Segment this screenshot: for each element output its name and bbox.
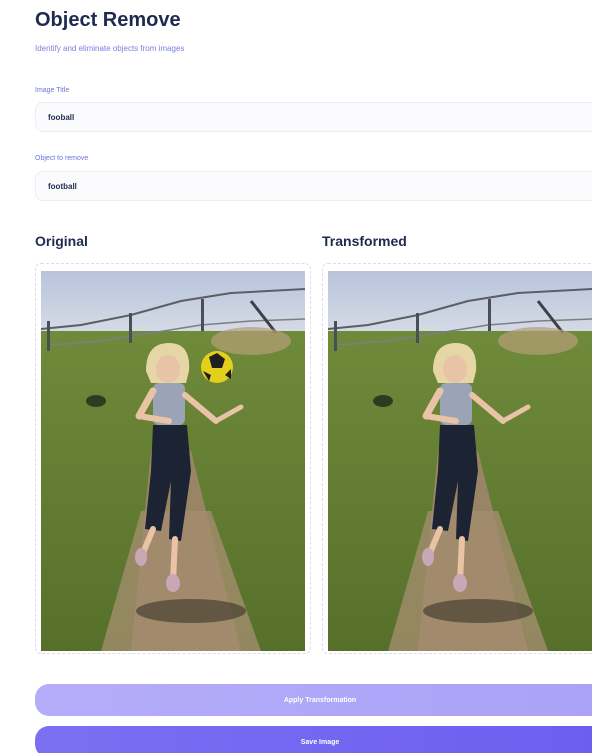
apply-transformation-button[interactable]: Apply Transformation	[35, 684, 592, 716]
object-remove-page: Object Remove Identify and eliminate obj…	[0, 0, 592, 753]
page-subtitle: Identify and eliminate objects from imag…	[35, 44, 185, 53]
transformed-heading: Transformed	[322, 233, 407, 249]
image-title-input[interactable]	[35, 102, 592, 132]
transformed-image-card	[322, 263, 592, 654]
object-to-remove-label: Object to remove	[35, 155, 89, 162]
transformed-image	[328, 271, 592, 651]
original-image-card	[35, 263, 311, 654]
page-title: Object Remove	[35, 9, 181, 31]
save-image-button[interactable]: Save Image	[35, 726, 592, 753]
image-title-label: Image Title	[35, 87, 70, 94]
original-heading: Original	[35, 233, 88, 249]
object-to-remove-input[interactable]	[35, 171, 592, 201]
original-image	[41, 271, 305, 651]
